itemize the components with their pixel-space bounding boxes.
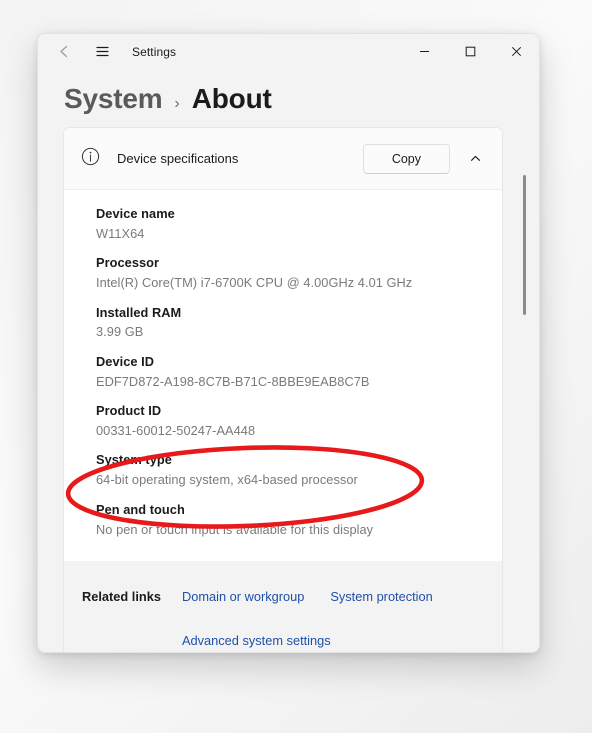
spec-value: W11X64 (96, 225, 145, 241)
settings-window: Settings System › About Device specifica… (37, 33, 540, 653)
breadcrumb-system[interactable]: System (64, 83, 163, 115)
spec-row: Product ID 00331-60012-50247-AA448 (96, 401, 486, 441)
spec-label: System type (96, 452, 172, 468)
related-links-section: Related links Domain or workgroup System… (63, 561, 503, 652)
spec-row: Installed RAM 3.99 GB (96, 303, 486, 343)
info-circle-icon (80, 146, 101, 172)
spec-label: Pen and touch (96, 501, 185, 517)
spec-value: 3.99 GB (96, 324, 144, 340)
spec-row: Processor Intel(R) Core(TM) i7-6700K CPU… (96, 253, 486, 293)
link-system-protection[interactable]: System protection (330, 589, 432, 604)
device-specifications-card: Device specifications Copy Device name W… (63, 127, 503, 567)
spec-label: Installed RAM (96, 304, 182, 320)
copy-button[interactable]: Copy (362, 143, 450, 174)
content-scroll-region: Device specifications Copy Device name W… (38, 127, 539, 652)
minimize-button[interactable] (401, 34, 447, 69)
spec-value: 00331-60012-50247-AA448 (96, 423, 256, 439)
related-links-row: Related links Domain or workgroup System… (64, 583, 502, 609)
chevron-up-icon[interactable] (460, 144, 490, 174)
back-arrow-icon[interactable] (48, 37, 80, 67)
spec-row-system-type: System type 64-bit operating system, x64… (96, 450, 486, 490)
close-button[interactable] (493, 34, 539, 69)
breadcrumb-separator-icon: › (174, 95, 180, 112)
breadcrumb: System › About (38, 69, 539, 127)
maximize-button[interactable] (447, 34, 493, 69)
app-title: Settings (132, 44, 177, 59)
spec-label: Device ID (96, 353, 155, 369)
spec-value: Intel(R) Core(TM) i7-6700K CPU @ 4.00GHz… (96, 275, 413, 291)
scrollbar-thumb[interactable] (523, 175, 526, 315)
hamburger-menu-icon[interactable] (86, 37, 118, 67)
card-header: Device specifications Copy (64, 128, 502, 190)
link-advanced-system-settings[interactable]: Advanced system settings (182, 633, 331, 648)
page-title: About (191, 83, 272, 114)
spec-label: Product ID (96, 403, 162, 419)
related-links-title: Related links (82, 588, 161, 604)
spec-value: 64-bit operating system, x64-based proce… (96, 472, 358, 488)
title-bar: Settings (38, 34, 539, 69)
spec-row: Pen and touch No pen or touch input is a… (96, 500, 486, 540)
window-controls (401, 34, 539, 69)
spec-value: EDF7D872-A198-8C7B-B71C-8BBE9EAB8C7B (96, 373, 370, 389)
spec-row: Device ID EDF7D872-A198-8C7B-B71C-8BBE9E… (96, 352, 486, 392)
spec-label: Device name (96, 206, 175, 221)
spec-row: Device name W11X64 (96, 204, 486, 244)
card-body: Device name W11X64 Processor Intel(R) Co… (64, 190, 502, 566)
related-links-row: Advanced system settings (64, 627, 502, 652)
scrollbar[interactable] (519, 127, 531, 652)
link-domain-or-workgroup[interactable]: Domain or workgroup (182, 589, 304, 604)
spec-value: No pen or touch input is available for t… (96, 521, 374, 537)
spec-label: Processor (96, 255, 160, 271)
card-title: Device specifications (117, 151, 239, 166)
